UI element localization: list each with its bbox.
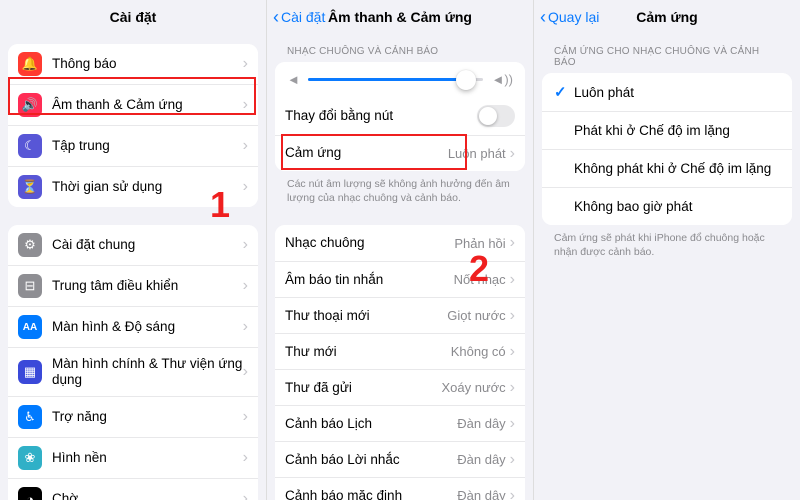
chevron-right-icon: › <box>243 490 248 500</box>
slider-thumb[interactable] <box>456 70 476 90</box>
step-number-2: 2 <box>469 248 489 290</box>
chevron-left-icon: ‹ <box>273 8 279 26</box>
row-accessibility[interactable]: ♿︎ Trợ năng› <box>8 396 258 437</box>
chevron-right-icon: › <box>510 271 515 289</box>
row-sounds-haptics[interactable]: 🔊 Âm thanh & Cảm ứng› <box>8 84 258 125</box>
chevron-right-icon: › <box>243 178 248 196</box>
settings-group-notifications: 🔔 Thông báo› 🔊 Âm thanh & Cảm ứng› ☾ Tập… <box>8 44 258 207</box>
row-standby[interactable]: ◑ Chờ› <box>8 478 258 500</box>
chevron-left-icon: ‹ <box>540 8 546 26</box>
nav-bar: Cài đặt <box>0 0 266 34</box>
row-change-with-buttons[interactable]: Thay đổi bằng nút <box>275 97 525 135</box>
screentime-icon: ⏳ <box>18 175 42 199</box>
haptics-footer-note: Cảm ứng sẽ phát khi iPhone đổ chuông hoặ… <box>542 225 792 269</box>
back-button[interactable]: ‹Cài đặt <box>273 0 325 34</box>
chevron-right-icon: › <box>510 343 515 361</box>
control-center-icon: ⊟ <box>18 274 42 298</box>
volume-slider[interactable] <box>308 78 484 81</box>
page-title: Âm thanh & Cảm ứng <box>328 9 472 25</box>
chevron-right-icon: › <box>243 96 248 114</box>
section-header: NHẠC CHUÔNG VÀ CẢNH BÁO <box>275 34 525 62</box>
chevron-right-icon: › <box>243 137 248 155</box>
chevron-right-icon: › <box>510 307 515 325</box>
settings-group-general: ⚙ Cài đặt chung› ⊟ Trung tâm điều khiển›… <box>8 225 258 500</box>
step-number-1: 1 <box>210 184 230 226</box>
option-not-silent[interactable]: Không phát khi ở Chế độ im lặng <box>542 149 792 187</box>
row-wallpaper[interactable]: ❀ Hình nền› <box>8 437 258 478</box>
row-general[interactable]: ⚙ Cài đặt chung› <box>8 225 258 265</box>
home-icon: ▦ <box>18 360 42 384</box>
wallpaper-icon: ❀ <box>18 446 42 470</box>
row-control-center[interactable]: ⊟ Trung tâm điều khiển› <box>8 265 258 306</box>
chevron-right-icon: › <box>510 234 515 252</box>
chevron-right-icon: › <box>510 379 515 397</box>
row-notifications[interactable]: 🔔 Thông báo› <box>8 44 258 84</box>
row-sent-mail[interactable]: Thư đã gửiXoáy nước› <box>275 369 525 405</box>
bell-icon: 🔔 <box>18 52 42 76</box>
chevron-right-icon: › <box>243 449 248 467</box>
volume-slider-row: ◄ ◄)) <box>275 62 525 97</box>
chevron-right-icon: › <box>243 408 248 426</box>
haptics-options-card: ✓Luôn phát Phát khi ở Chế độ im lặng Khô… <box>542 73 792 225</box>
row-display-brightness[interactable]: AA Màn hình & Độ sáng› <box>8 306 258 347</box>
chevron-right-icon: › <box>243 236 248 254</box>
ringer-alert-card: ◄ ◄)) Thay đổi bằng nút Cảm ứng Luôn phá… <box>275 62 525 171</box>
section-header: CẢM ỨNG CHO NHẠC CHUÔNG VÀ CẢNH BÁO <box>542 34 792 73</box>
chevron-right-icon: › <box>243 277 248 295</box>
chevron-right-icon: › <box>510 145 515 163</box>
sound-icon: 🔊 <box>18 93 42 117</box>
general-icon: ⚙ <box>18 233 42 257</box>
chevron-right-icon: › <box>510 487 515 500</box>
volume-footer-note: Các nút âm lượng sẽ không ảnh hưởng đến … <box>275 171 525 215</box>
back-button[interactable]: ‹Quay lại <box>540 0 599 34</box>
row-home-library[interactable]: ▦ Màn hình chính & Thư viện ứng dụng› <box>8 347 258 396</box>
checkmark-icon: ✓ <box>554 83 574 101</box>
row-default-alerts[interactable]: Cảnh báo mặc địnhĐàn dây› <box>275 477 525 500</box>
chevron-right-icon: › <box>243 318 248 336</box>
row-calendar-alerts[interactable]: Cảnh báo LịchĐàn dây› <box>275 405 525 441</box>
standby-icon: ◑ <box>18 487 42 500</box>
focus-icon: ☾ <box>18 134 42 158</box>
accessibility-icon: ♿︎ <box>18 405 42 429</box>
nav-bar: ‹Cài đặt Âm thanh & Cảm ứng <box>267 0 533 34</box>
toggle-change-with-buttons[interactable] <box>477 105 515 127</box>
chevron-right-icon: › <box>243 55 248 73</box>
option-play-silent[interactable]: Phát khi ở Chế độ im lặng <box>542 111 792 149</box>
settings-panel: Cài đặt 🔔 Thông báo› 🔊 Âm thanh & Cảm ứn… <box>0 0 266 500</box>
option-always-play[interactable]: ✓Luôn phát <box>542 73 792 111</box>
row-focus[interactable]: ☾ Tập trung› <box>8 125 258 166</box>
page-title: Cài đặt <box>110 9 157 25</box>
chevron-right-icon: › <box>510 415 515 433</box>
display-icon: AA <box>18 315 42 339</box>
option-never[interactable]: Không bao giờ phát <box>542 187 792 225</box>
row-new-voicemail[interactable]: Thư thoại mớiGiọt nước› <box>275 297 525 333</box>
speaker-low-icon: ◄ <box>287 72 300 87</box>
page-title: Cảm ứng <box>636 9 697 25</box>
nav-bar: ‹Quay lại Cảm ứng <box>534 0 800 34</box>
row-reminder-alerts[interactable]: Cảnh báo Lời nhắcĐàn dây› <box>275 441 525 477</box>
chevron-right-icon: › <box>510 451 515 469</box>
sounds-haptics-panel: ‹Cài đặt Âm thanh & Cảm ứng NHẠC CHUÔNG … <box>266 0 533 500</box>
speaker-high-icon: ◄)) <box>491 72 513 87</box>
row-new-mail[interactable]: Thư mớiKhông có› <box>275 333 525 369</box>
haptics-options-panel: ‹Quay lại Cảm ứng CẢM ỨNG CHO NHẠC CHUÔN… <box>533 0 800 500</box>
row-haptics[interactable]: Cảm ứng Luôn phát › <box>275 135 525 171</box>
chevron-right-icon: › <box>243 363 248 381</box>
